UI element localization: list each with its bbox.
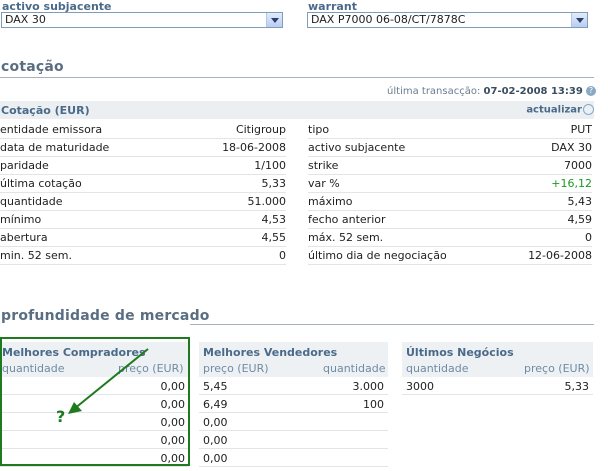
quote-row: última cotação 5,33 [0,175,286,193]
trades-col-qty: quantidade [406,362,469,375]
quote-row-label: quantidade [0,195,63,208]
question-circle-icon[interactable]: ? [586,86,596,96]
refresh-label[interactable]: actualizar [526,105,582,116]
quote-row-value: PUT [570,123,592,136]
quote-row: strike 7000 [308,157,592,175]
table-row: 0,00 [199,449,388,467]
underlying-select[interactable]: DAX 30 [1,12,283,28]
warrant-select[interactable]: DAX P7000 06-08/CT/7878C [307,12,588,28]
quote-row-value: +16,12 [551,177,592,190]
cell-price: 5,33 [564,380,590,393]
trades-col-price: preço (EUR) [524,362,590,375]
quote-row: data de maturidade 18-06-2008 [0,139,286,157]
sellers-col-price: preço (EUR) [203,362,269,375]
cell-qty: 100 [363,398,384,411]
section-divider [190,324,594,325]
quote-row-label: data de maturidade [0,141,110,154]
quote-row: activo subjacente DAX 30 [308,139,592,157]
cell-price: 0,00 [203,452,228,465]
quote-row-value: 1/100 [254,159,286,172]
annotation-question-mark: ? [56,407,66,426]
refresh-link[interactable]: actualizar [526,104,594,116]
cell-price: 0,00 [203,416,228,429]
quote-row-label: último dia de negociação [308,249,447,262]
quote-row: quantidade 51.000 [0,193,286,211]
table-row: 0,00 [199,413,388,431]
quote-row-label: fecho anterior [308,213,386,226]
table-row: 5,45 3.000 [199,377,388,395]
quote-row: máximo 5,43 [308,193,592,211]
quote-row-value: 4,55 [261,231,287,244]
trades-title: Últimos Negócios [406,346,514,359]
quote-table-title: Cotação (EUR) [1,104,90,117]
quote-row: entidade emissora Citigroup [0,121,286,139]
quote-row-value: 0 [279,249,286,262]
quote-section-title: cotação [1,59,64,75]
quote-row-label: strike [308,159,339,172]
quote-row-value: 18-06-2008 [222,141,286,154]
quote-row-value: 7000 [564,159,592,172]
quote-row-label: mínimo [0,213,42,226]
quote-row-value: DAX 30 [551,141,592,154]
quote-row: último dia de negociação 12-06-2008 [308,247,592,265]
quote-row-label: min. 52 sem. [0,249,72,262]
warrant-select-value: DAX P7000 06-08/CT/7878C [311,13,466,26]
refresh-icon[interactable] [583,104,594,115]
chevron-down-icon[interactable] [266,13,282,27]
quote-row: var % +16,12 [308,175,592,193]
quote-row: min. 52 sem. 0 [0,247,286,265]
quote-row-label: máx. 52 sem. [308,231,384,244]
cell-price: 0,00 [203,434,228,447]
last-trade-label: última transacção: [387,86,481,97]
quote-row-value: 12-06-2008 [528,249,592,262]
sellers-title: Melhores Vendedores [203,346,338,359]
quote-row: mínimo 4,53 [0,211,286,229]
quote-row-label: activo subjacente [308,141,406,154]
quote-row: fecho anterior 4,59 [308,211,592,229]
last-trade-info: última transacção: 07-02-2008 13:39 ? [387,86,596,97]
quote-row-value: 4,53 [261,213,287,226]
quote-row-value: 4,59 [567,213,593,226]
quote-row: tipo PUT [308,121,592,139]
quote-row: máx. 52 sem. 0 [308,229,592,247]
sellers-col-qty: quantidade [323,362,386,375]
quote-row: paridade 1/100 [0,157,286,175]
cell-qty: 3000 [406,380,434,393]
table-row: 6,49 100 [199,395,388,413]
quote-row-value: 5,43 [567,195,593,208]
chevron-down-icon[interactable] [571,13,587,27]
quote-row: abertura 4,55 [0,229,286,247]
quote-row-label: abertura [0,231,48,244]
quote-row-value: 51.000 [247,195,287,208]
quote-row-label: var % [308,177,340,190]
section-divider [0,77,594,78]
annotation-arrow-icon [68,348,149,414]
table-row: 0,00 [199,431,388,449]
quote-row-value: Citigroup [235,123,286,136]
last-trade-value: 07-02-2008 13:39 [483,86,583,97]
underlying-select-value: DAX 30 [5,13,46,26]
table-row: 3000 5,33 [402,377,593,395]
quote-row-label: tipo [308,123,330,136]
quote-row-label: última cotação [0,177,82,190]
cell-qty: 3.000 [352,380,385,393]
quote-row-label: entidade emissora [0,123,103,136]
cell-price: 6,49 [203,398,228,411]
quote-row-label: paridade [0,159,49,172]
cell-price: 5,45 [203,380,228,393]
quote-row-value: 0 [585,231,592,244]
quote-row-value: 5,33 [261,177,287,190]
quote-row-label: máximo [308,195,353,208]
depth-section-title: profundidade de mercado [1,308,210,324]
